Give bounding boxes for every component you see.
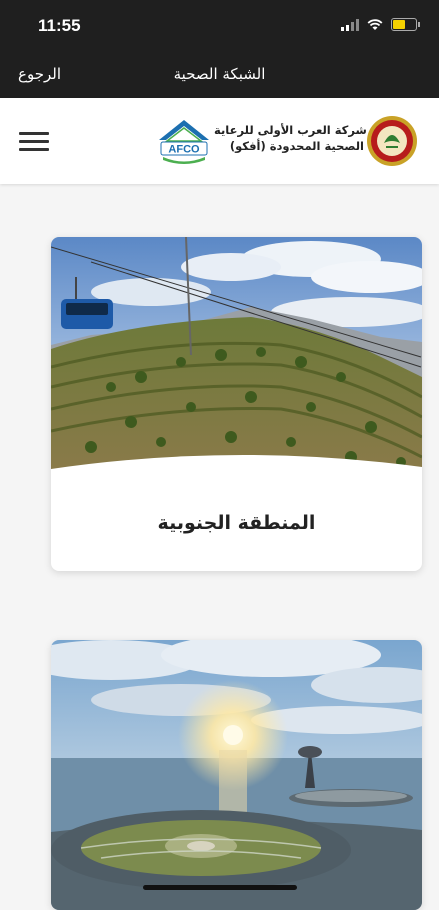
company-name-line2: الصحية المحدودة (أفكو): [229, 139, 364, 153]
company-name-line1: شركة العرب الأولى للرعاية: [214, 123, 367, 137]
battery-fill: [393, 20, 405, 29]
signal-icon: [341, 18, 359, 31]
status-bar: 11:55: [0, 0, 439, 55]
status-time: 11:55: [38, 16, 81, 35]
afco-logo-text: AFCO: [168, 144, 200, 156]
region-card-south[interactable]: المنطقة الجنوبية: [51, 237, 422, 571]
region-image-south: [51, 237, 422, 482]
wifi-icon: [367, 18, 383, 30]
status-icons: [341, 18, 420, 31]
region-image-east: [51, 640, 422, 910]
afco-logo: AFCO: [159, 120, 209, 164]
battery-icon: [391, 18, 420, 31]
hamburger-menu-icon[interactable]: [19, 130, 49, 152]
region-card-east[interactable]: [51, 640, 422, 910]
home-indicator: [143, 885, 297, 890]
company-name: شركة العرب الأولى للرعاية الصحية المحدود…: [214, 122, 367, 154]
nav-title: الشبكة الصحية: [173, 65, 266, 83]
company-seal-logo: [367, 116, 417, 166]
region-title-south: المنطقة الجنوبية: [157, 512, 316, 534]
nav-bar: الرجوع الشبكة الصحية: [0, 55, 439, 98]
app-header: AFCO شركة العرب الأولى للرعاية الصحية ال…: [0, 98, 439, 184]
